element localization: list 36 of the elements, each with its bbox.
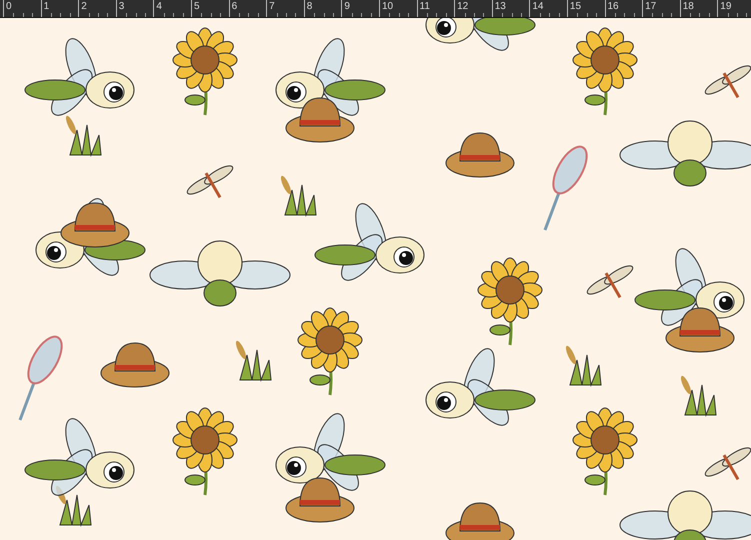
small-dragonfly-drawing <box>704 447 751 480</box>
ruler-number: 12 <box>457 1 468 13</box>
ruler-number: 8 <box>306 1 312 13</box>
straw-hat-drawing <box>666 308 734 352</box>
small-dragonfly-drawing <box>186 165 234 198</box>
straw-hat-drawing <box>446 132 514 178</box>
ruler-number: 5 <box>194 1 200 13</box>
straw-hat-drawing <box>100 342 170 388</box>
grass-drawing <box>66 116 102 157</box>
ruler-number: 15 <box>570 1 582 13</box>
small-dragonfly-drawing <box>586 265 634 298</box>
ruler-number: 10 <box>382 1 394 13</box>
small-dragonfly-drawing <box>704 65 751 98</box>
ruler-number: 11 <box>420 1 430 13</box>
ruler-number: 18 <box>682 1 694 13</box>
ruler-number: 7 <box>269 1 275 13</box>
ruler-number: 19 <box>720 1 732 13</box>
ruler-number: 13 <box>494 1 506 13</box>
straw-hat-drawing <box>286 478 354 522</box>
ruler-number: 6 <box>232 1 238 13</box>
ruler-number: 2 <box>81 1 87 13</box>
ruler-number: 14 <box>532 1 544 13</box>
grass-drawing <box>680 376 717 417</box>
ruler-number: 3 <box>118 1 124 13</box>
straw-hat-drawing <box>286 98 354 142</box>
ruler-number: 4 <box>156 1 162 13</box>
ruler-number: 1 <box>44 1 50 13</box>
grass-drawing <box>236 340 272 382</box>
straw-hat-drawing <box>60 202 130 248</box>
grass-drawing <box>566 346 602 387</box>
grass-drawing <box>280 176 317 217</box>
ruler-number: 9 <box>344 1 350 13</box>
ruler-number: 16 <box>608 1 619 13</box>
ruler-number: 17 <box>645 1 656 13</box>
straw-hat-drawing <box>446 502 514 540</box>
ruler-number: 0 <box>6 1 12 13</box>
